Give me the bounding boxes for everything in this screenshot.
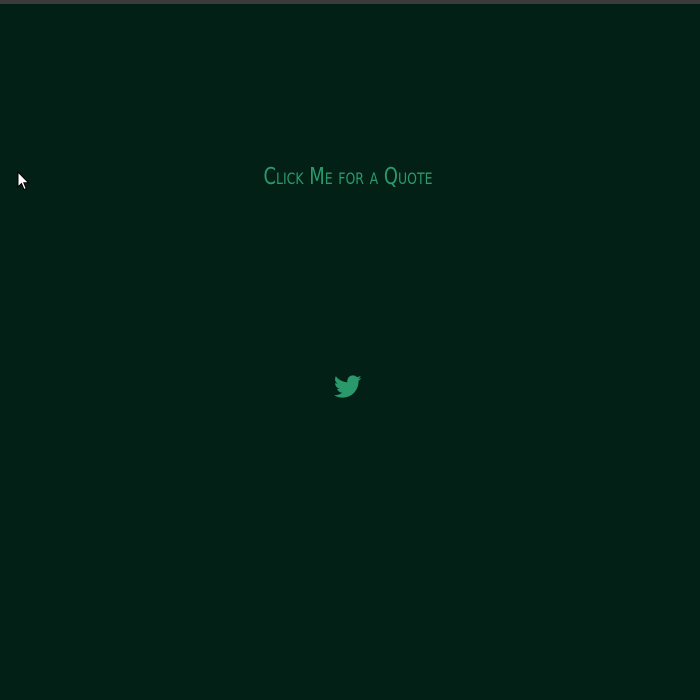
page: Click Me for a Quote: [0, 0, 700, 700]
tweet-quote-link[interactable]: [334, 375, 362, 399]
window-top-border: [0, 0, 700, 4]
twitter-icon: [334, 375, 362, 398]
mouse-pointer-icon: [17, 171, 30, 191]
get-quote-button[interactable]: Click Me for a Quote: [77, 160, 620, 194]
